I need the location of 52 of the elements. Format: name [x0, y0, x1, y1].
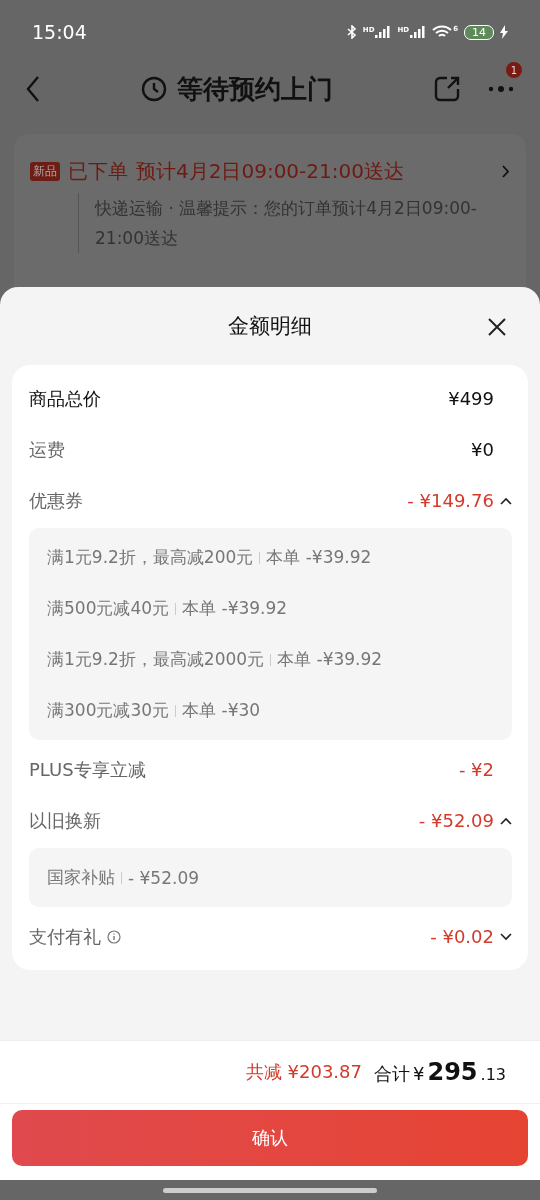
charging-icon — [500, 25, 508, 39]
amount-value: - ¥149.76 — [407, 490, 494, 511]
discount-amount: 本单 -¥30 — [182, 699, 261, 722]
signal-icon — [375, 26, 392, 38]
page-title: 等待预约上门 — [177, 72, 333, 106]
confirm-button[interactable]: 确认 — [12, 1110, 528, 1166]
signal-icon — [410, 26, 427, 38]
amount-value: ¥0 — [471, 439, 494, 460]
back-icon[interactable] — [26, 76, 40, 102]
discount-amount: - ¥52.09 — [128, 867, 200, 888]
info-icon[interactable] — [107, 929, 121, 944]
total-integer: 295 — [427, 1058, 478, 1086]
close-icon[interactable] — [488, 318, 506, 336]
notification-badge: 1 — [506, 62, 522, 78]
more-icon[interactable] — [488, 85, 514, 93]
sheet-title: 金额明细 — [228, 313, 312, 340]
discount-condition: 国家补贴 — [47, 866, 115, 889]
amount-value: ¥499 — [448, 388, 494, 409]
amount-value: - ¥52.09 — [418, 810, 494, 831]
amount-value: - ¥0.02 — [430, 926, 494, 947]
discount-amount: 本单 -¥39.92 — [277, 648, 383, 671]
clock-icon — [141, 76, 167, 102]
chevron-up-icon[interactable] — [500, 496, 512, 505]
chevron-up-icon[interactable] — [500, 816, 512, 825]
battery-level: 14 — [464, 24, 494, 40]
amount-label: 优惠券 — [29, 488, 83, 513]
discount-condition: 满1元9.2折，最高减2000元 — [47, 648, 265, 671]
home-indicator[interactable] — [163, 1187, 377, 1193]
discount-condition: 满300元减30元 — [47, 699, 170, 722]
new-tag: 新品 — [30, 162, 60, 181]
total-decimal: .13 — [480, 1065, 506, 1084]
discount-condition: 满500元减40元 — [47, 597, 170, 620]
amount-label: PLUS专享立减 — [29, 757, 146, 782]
amount-label: 以旧换新 — [29, 808, 101, 833]
order-status: 已下单 — [68, 158, 128, 185]
amount-value: - ¥2 — [458, 759, 494, 780]
saved-amount: 共减 ¥203.87 — [245, 1060, 362, 1084]
total-label: 合计 — [374, 1062, 410, 1086]
chevron-down-icon[interactable] — [500, 932, 512, 941]
amount-label: 运费 — [29, 437, 65, 462]
wifi-icon — [432, 25, 453, 39]
share-icon[interactable] — [434, 76, 460, 102]
amount-label: 商品总价 — [29, 386, 101, 411]
discount-amount: 本单 -¥39.92 — [182, 597, 288, 620]
chevron-right-icon[interactable] — [502, 165, 510, 178]
delivery-estimate: 预计4月2日09:00-21:00送达 — [136, 158, 404, 185]
status-time: 15:04 — [32, 21, 87, 43]
amount-label: 支付有礼 — [29, 924, 101, 949]
discount-amount: 本单 -¥39.92 — [266, 546, 372, 569]
bluetooth-icon — [346, 25, 357, 39]
currency-sign: ¥ — [413, 1063, 425, 1084]
discount-condition: 满1元9.2折，最高减200元 — [47, 546, 254, 569]
